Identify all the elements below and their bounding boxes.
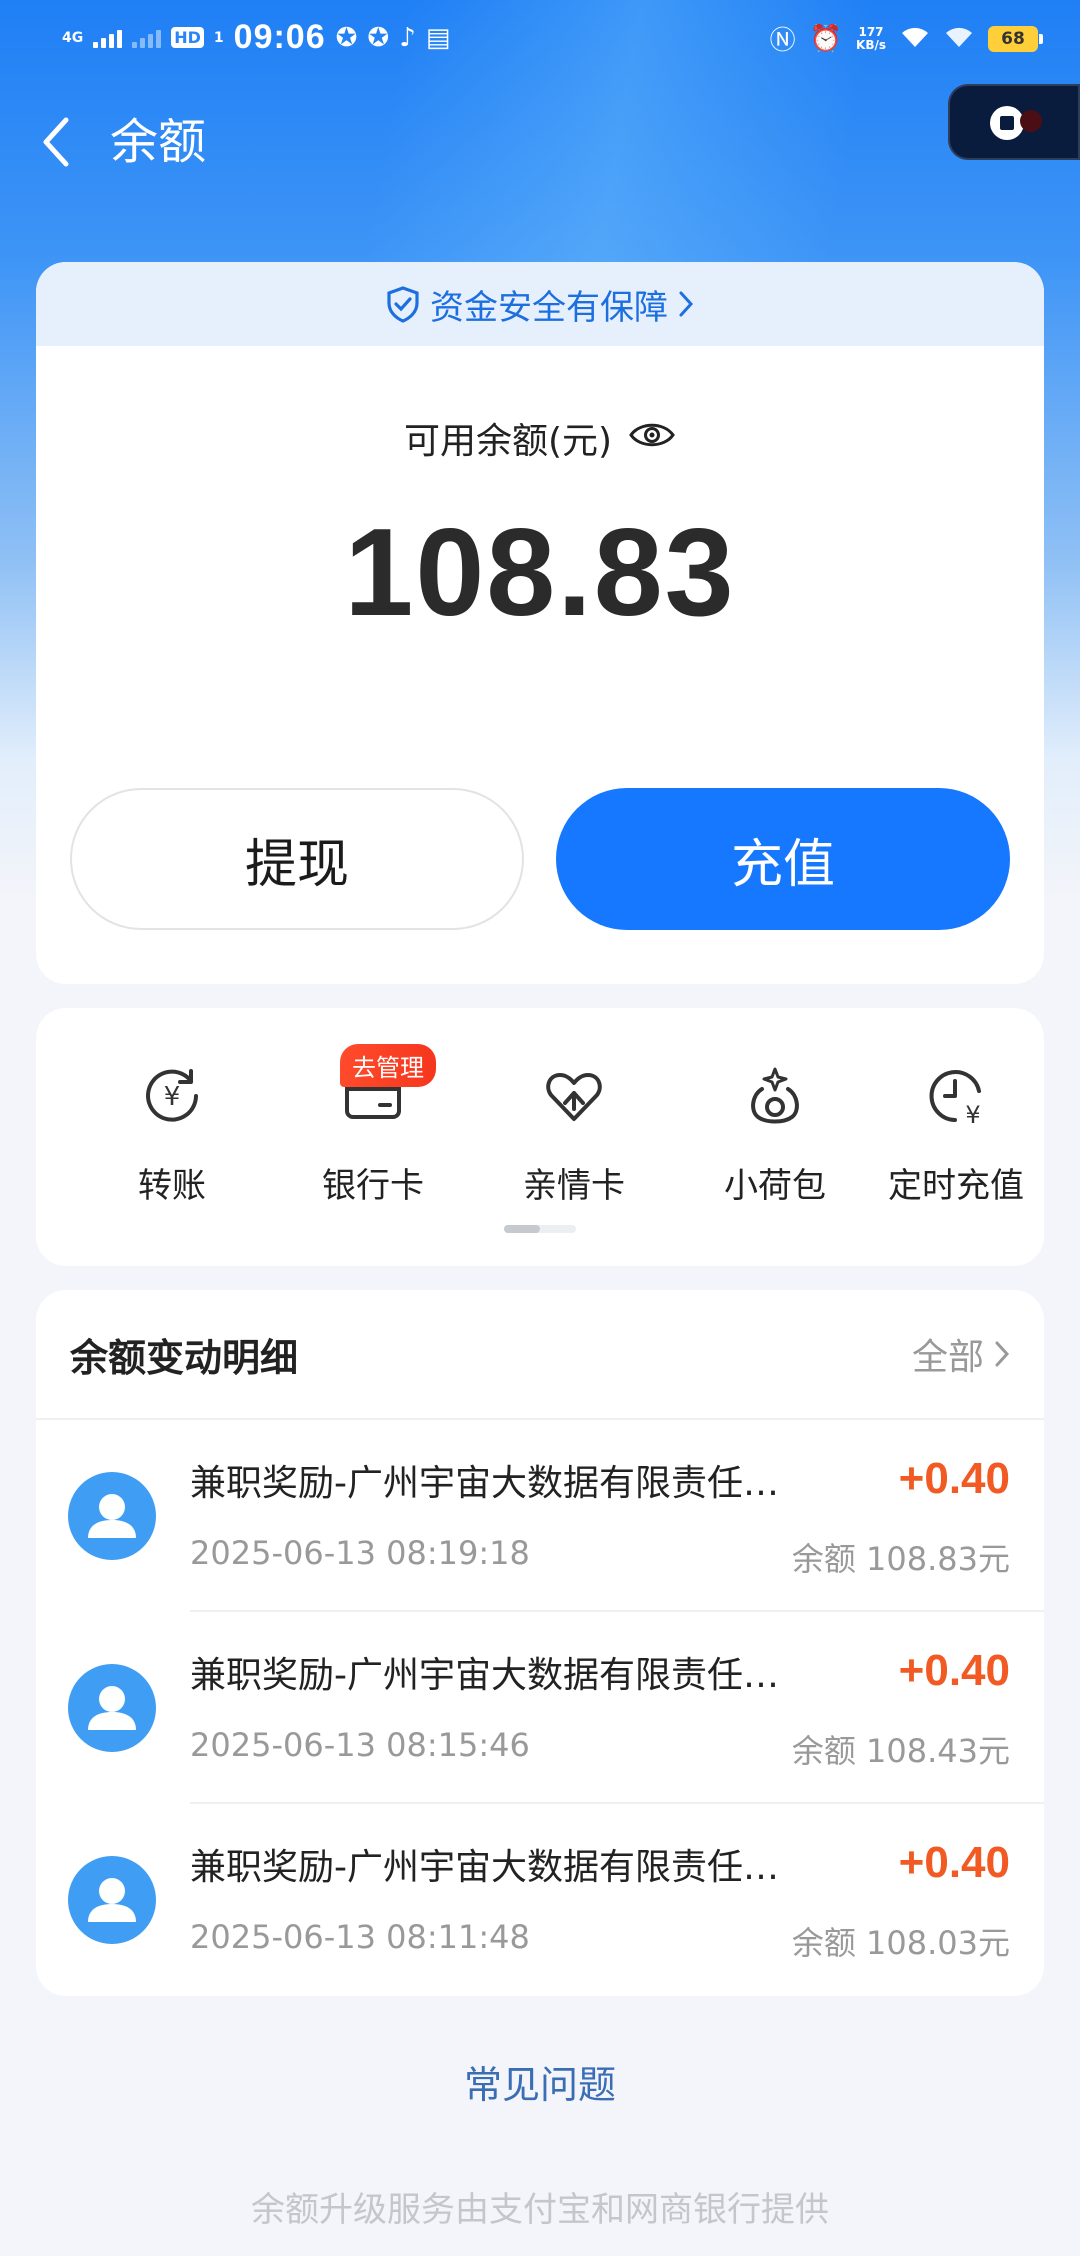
available-balance-label: 可用余额(元) <box>36 412 1044 464</box>
shield-check-icon <box>387 286 419 323</box>
quick-action-scheduled-recharge[interactable]: ¥ 定时充值 <box>856 1064 1056 1207</box>
chevron-left-icon <box>43 117 69 167</box>
tiktok-icon: ♪ <box>399 22 416 53</box>
security-text: 资金安全有保障 <box>430 287 668 328</box>
hd-sub: 1 <box>213 29 224 46</box>
withdraw-button[interactable]: 提现 <box>70 788 524 930</box>
network-label: 4G <box>62 29 84 46</box>
transaction-amount: +0.40 <box>898 1454 1010 1503</box>
chevron-right-icon <box>679 291 694 317</box>
user-avatar-icon <box>68 1664 156 1752</box>
view-all-button[interactable]: 全部 <box>912 1328 1010 1380</box>
hd-icon: HD <box>171 27 204 48</box>
nav-bar: 余额 <box>0 100 1080 184</box>
scheduled-recharge-icon: ¥ <box>924 1064 988 1128</box>
quick-action-transfer[interactable]: ¥ 转账 <box>72 1064 272 1207</box>
app-notification-2-icon: ✪ <box>367 22 390 53</box>
balance-card: 资金安全有保障 可用余额(元) 108.83 提现 充值 <box>36 262 1044 984</box>
transaction-balance: 余额 108.03元 <box>791 1924 1010 1962</box>
wifi-2-icon <box>944 25 974 53</box>
wifi-icon <box>900 25 930 53</box>
transaction-balance: 余额 108.83元 <box>791 1540 1010 1578</box>
signal-2-icon <box>132 28 162 48</box>
user-avatar-icon <box>68 1856 156 1944</box>
scroll-indicator <box>504 1225 576 1233</box>
calendar-icon: ▤ <box>425 22 451 53</box>
alarm-icon: ⏰ <box>809 23 843 54</box>
security-banner[interactable]: 资金安全有保障 <box>36 262 1044 346</box>
chevron-right-icon <box>995 1341 1010 1367</box>
footer-note: 余额升级服务由支付宝和网商银行提供 <box>251 2190 829 2230</box>
floating-widget[interactable] <box>948 84 1080 160</box>
transactions-header: 余额变动明细 全部 <box>36 1290 1044 1420</box>
battery-icon: 68 <box>988 25 1043 52</box>
status-bar: 4G HD 1 09:06 ✪ ✪ ♪ ▤ Ⓝ ⏰ 177 KB/s 68 <box>0 0 1080 76</box>
family-card-icon <box>542 1064 606 1128</box>
transaction-time: 2025-06-13 08:11:48 <box>190 1918 530 1956</box>
user-avatar-icon <box>68 1472 156 1560</box>
transaction-time: 2025-06-13 08:15:46 <box>190 1726 530 1764</box>
transaction-amount: +0.40 <box>898 1646 1010 1695</box>
transaction-amount: +0.40 <box>898 1838 1010 1887</box>
quick-action-label: 定时充值 <box>888 1166 1024 1206</box>
svg-text:¥: ¥ <box>965 1101 980 1127</box>
transactions-card: 余额变动明细 全部 兼职奖励-广州宇宙大数据有限责任… +0.40 2025-0… <box>36 1290 1044 1996</box>
faq-link[interactable]: 常见问题 <box>0 2054 1080 2109</box>
quick-action-label: 银行卡 <box>322 1166 424 1206</box>
pouch-icon <box>743 1064 807 1128</box>
signal-icon <box>93 28 123 48</box>
transactions-title: 余额变动明细 <box>70 1335 299 1380</box>
quick-action-label: 小荷包 <box>724 1166 826 1206</box>
transaction-name: 兼职奖励-广州宇宙大数据有限责任… <box>190 1463 779 1504</box>
svg-text:¥: ¥ <box>164 1082 181 1112</box>
quick-action-pouch[interactable]: 小荷包 <box>675 1064 875 1207</box>
net-speed: 177 KB/s <box>856 24 886 52</box>
transaction-row[interactable]: 兼职奖励-广州宇宙大数据有限责任… +0.40 2025-06-13 08:15… <box>36 1612 1044 1804</box>
quick-action-label: 转账 <box>138 1166 206 1206</box>
manage-badge[interactable]: 去管理 <box>340 1044 436 1087</box>
transaction-balance: 余额 108.43元 <box>791 1732 1010 1770</box>
transaction-name: 兼职奖励-广州宇宙大数据有限责任… <box>190 1847 779 1888</box>
quick-action-family-card[interactable]: 亲情卡 <box>474 1064 674 1207</box>
transaction-time: 2025-06-13 08:19:18 <box>190 1534 530 1572</box>
record-icon <box>990 106 1024 140</box>
dot-icon <box>1020 110 1042 132</box>
quick-actions: ¥ 转账 银行卡 去管理 亲情卡 小荷包 ¥ 定时充值 <box>36 1008 1044 1266</box>
nfc-icon: Ⓝ <box>769 26 796 56</box>
transaction-row[interactable]: 兼职奖励-广州宇宙大数据有限责任… +0.40 2025-06-13 08:19… <box>36 1420 1044 1612</box>
page-title: 余额 <box>110 114 207 170</box>
transfer-icon: ¥ <box>140 1064 204 1128</box>
back-button[interactable] <box>30 114 80 170</box>
app-notification-icon: ✪ <box>335 22 358 53</box>
transaction-name: 兼职奖励-广州宇宙大数据有限责任… <box>190 1655 779 1696</box>
recharge-button[interactable]: 充值 <box>556 788 1010 930</box>
quick-action-label: 亲情卡 <box>523 1166 625 1206</box>
clock: 09:06 <box>233 18 326 56</box>
eye-icon[interactable] <box>628 418 676 459</box>
balance-amount: 108.83 <box>344 504 736 642</box>
transaction-row[interactable]: 兼职奖励-广州宇宙大数据有限责任… +0.40 2025-06-13 08:11… <box>36 1804 1044 1996</box>
